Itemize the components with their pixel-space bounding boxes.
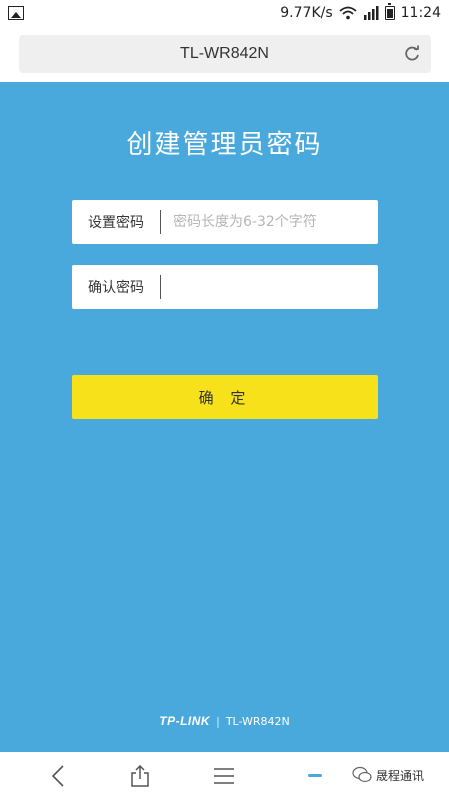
tabs-indicator[interactable] <box>308 774 322 777</box>
signal-icon <box>363 6 379 20</box>
status-bar: 9.77K/s 11:24 <box>0 0 449 26</box>
watermark-text: 晟程通讯 <box>376 768 425 783</box>
brand-separator: | <box>216 714 220 728</box>
bottom-nav: 晟程通讯 <box>0 752 449 800</box>
browser-bar: TL-WR842N <box>0 26 449 82</box>
page-title: 创建管理员密码 <box>126 130 323 160</box>
confirm-button[interactable]: 确 定 <box>72 375 378 419</box>
brand-footer: TP-LINK | TL-WR842N <box>0 714 449 728</box>
set-password-input[interactable] <box>160 210 378 234</box>
set-password-field: 设置密码 <box>72 200 378 244</box>
clock: 11:24 <box>400 5 441 21</box>
model-name: TL-WR842N <box>225 714 290 728</box>
back-icon[interactable] <box>46 764 70 788</box>
confirm-password-input[interactable] <box>160 275 378 299</box>
confirm-password-label: 确认密码 <box>88 280 144 296</box>
watermark: 晟程通讯 <box>352 766 424 784</box>
status-right: 9.77K/s 11:24 <box>280 3 441 21</box>
wechat-icon <box>352 766 372 783</box>
network-speed: 9.77K/s <box>280 5 333 21</box>
battery-icon <box>384 3 395 20</box>
set-password-label: 设置密码 <box>88 215 144 231</box>
address-title: TL-WR842N <box>180 45 269 62</box>
reload-icon[interactable] <box>403 45 421 63</box>
status-left <box>8 6 24 20</box>
address-bar[interactable]: TL-WR842N <box>18 35 431 73</box>
gallery-icon <box>8 6 24 20</box>
share-icon[interactable] <box>128 764 152 788</box>
router-setup-page: 创建管理员密码 设置密码 确认密码 确 定 TP-LINK | TL-WR842… <box>0 82 449 752</box>
wifi-icon <box>339 6 357 20</box>
confirm-password-field: 确认密码 <box>72 265 378 309</box>
menu-icon[interactable] <box>212 764 236 788</box>
tp-link-logo: TP-LINK <box>159 714 211 728</box>
